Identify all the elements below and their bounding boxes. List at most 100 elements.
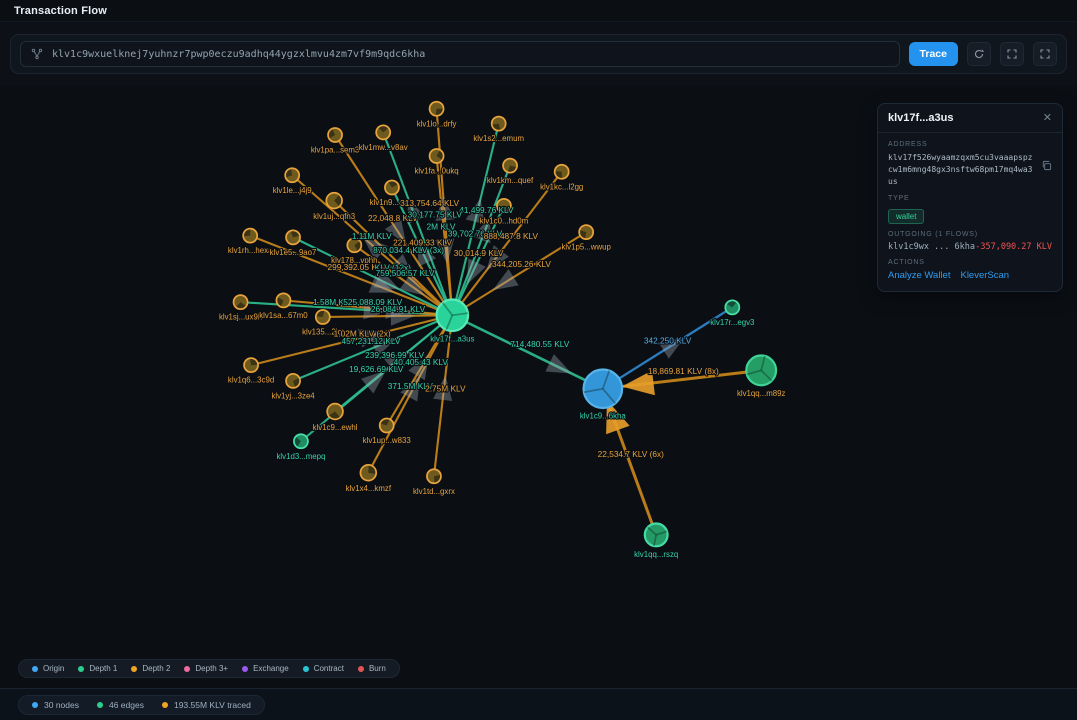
legend-dot: [358, 666, 364, 672]
node-label: klv1kc...l2gg: [540, 182, 583, 191]
edge-label: 19,626.69 KLV: [349, 364, 404, 374]
legend-item-depth-1: Depth 1: [78, 664, 117, 673]
node-label: klv1s2...emum: [473, 134, 524, 143]
legend-dot: [184, 666, 190, 672]
edge-label: 26,084.91 KLV: [371, 304, 426, 314]
reset-icon: [973, 48, 985, 60]
analyze-wallet-link[interactable]: Analyze Wallet: [888, 270, 950, 281]
node-label: klv1km...quef: [487, 176, 534, 185]
edge-label: 344,205.26 KLV: [492, 259, 551, 269]
outgoing-address: klv1c9wx ... 6kha: [888, 242, 975, 252]
legend-dot: [303, 666, 309, 672]
node-label: klv1fa...0ukq: [415, 167, 459, 176]
node-label: klv1e5...9ao7: [270, 248, 317, 257]
node-detail-panel: klv17f...a3us ✕ ADDRESS klv17f526wyaamzq…: [877, 103, 1063, 292]
edge-label: 1.11M KLV: [352, 231, 392, 241]
node-label: klv1qq...rszq: [634, 550, 678, 559]
kleverscan-link[interactable]: KleverScan: [960, 270, 1009, 281]
node-label: klv17r...egv3: [710, 318, 755, 327]
edge-label: 30,014.9 KLV: [454, 248, 504, 258]
node-label: klv17f...a3us: [430, 335, 474, 344]
edge-label: 30,177.75 KLV: [408, 209, 463, 219]
node-label: klv1c9...6kha: [580, 412, 626, 421]
edge-label: 41,499.76 KLV: [459, 205, 514, 215]
node-label: klv1sa...67m0: [259, 311, 308, 320]
node-label: klv1qq...m89z: [737, 389, 786, 398]
type-section-label: TYPE: [888, 195, 1052, 202]
edge-label: 342,250 KLV: [644, 335, 692, 345]
legend: OriginDepth 1Depth 2Depth 3+ExchangeCont…: [18, 659, 400, 678]
fullscreen-button[interactable]: [1033, 42, 1057, 66]
node-label: klv1d3...mepq: [276, 452, 325, 461]
legend-dot: [97, 702, 103, 708]
node-label: klv1sj...ux9h: [219, 313, 262, 322]
legend-dot: [78, 666, 84, 672]
copy-icon[interactable]: [1041, 158, 1052, 176]
node-label: klv1c0...hd0m: [480, 216, 529, 225]
node-label: klv1lo...drfy: [417, 119, 457, 128]
edge-label: 457,231.12 KLV: [341, 336, 400, 346]
panel-body: ADDRESS klv17f526wyaamzqxm5cu3vaaapspzcw…: [878, 133, 1062, 291]
node-label: klv1x4...kmzf: [346, 484, 392, 493]
close-icon[interactable]: ✕: [1043, 113, 1052, 124]
edge-label: 870,034.4 KLV (3x): [373, 245, 444, 255]
search-box: [20, 41, 900, 67]
node-label: klv1mw...v8av: [359, 143, 408, 152]
actions-section-label: ACTIONS: [888, 259, 1052, 266]
legend-dot: [162, 702, 168, 708]
outgoing-section-label: OUTGOING (1 FLOWS): [888, 231, 1052, 238]
legend-item-exchange: Exchange: [242, 664, 289, 673]
toolbar: Trace: [0, 22, 1077, 86]
edge-label: 714,480.55 KLV: [510, 339, 569, 349]
edge-arrow-icon: [545, 354, 571, 373]
transaction-flow-app: Transaction Flow Trace: [0, 0, 1077, 720]
legend-dot: [32, 666, 38, 672]
edge-label: 22,534.7 KLV (6x): [598, 449, 664, 459]
edge-label: 759,506.57 KLV: [376, 268, 435, 278]
edge-label: 18,869.81 KLV (8x): [648, 366, 719, 376]
panel-title: klv17f...a3us: [888, 112, 953, 124]
node-label: klv1rh...hexa: [228, 246, 273, 255]
edge-label: 2.75M KLV: [425, 383, 466, 393]
trace-button[interactable]: Trace: [909, 42, 958, 66]
edge-label: 313,754.64 KLV: [400, 198, 459, 208]
status-pill: 30 nodes 46 edges 193.55M KLV traced: [18, 695, 265, 715]
fit-view-button[interactable]: [1000, 42, 1024, 66]
page-title: Transaction Flow: [14, 5, 107, 17]
status-item: 46 edges: [97, 700, 144, 710]
legend-dot: [131, 666, 137, 672]
legend-dot: [32, 702, 38, 708]
fit-view-icon: [1006, 48, 1018, 60]
node-label: klv1uj...qfn3: [313, 212, 356, 221]
outgoing-amount: -357,090.27 KLV: [975, 242, 1052, 252]
legend-item-burn: Burn: [358, 664, 386, 673]
panel-header: klv17f...a3us ✕: [878, 104, 1062, 133]
node-label: klv1q6...3c9d: [228, 376, 274, 385]
legend-dot: [242, 666, 248, 672]
node-label: klv1le...j4j9: [273, 186, 312, 195]
reset-button[interactable]: [967, 42, 991, 66]
legend-item-depth-2: Depth 2: [131, 664, 170, 673]
flow-branch-icon: [31, 48, 43, 60]
node-label: klv1yj...3ze4: [271, 391, 315, 400]
graph-edge: [452, 315, 603, 389]
legend-item-origin: Origin: [32, 664, 64, 673]
status-item: 193.55M KLV traced: [162, 700, 251, 710]
fullscreen-icon: [1039, 48, 1051, 60]
node-label: klv1up...w833: [363, 436, 412, 445]
address-section-label: ADDRESS: [888, 141, 1052, 148]
type-badge: wallet: [888, 209, 924, 224]
search-container: Trace: [10, 34, 1067, 74]
status-bar: 30 nodes 46 edges 193.55M KLV traced: [0, 688, 1077, 720]
node-label: klv1c9...ewhl: [313, 423, 358, 432]
graph-stage: klv1lo...drfyklv1s2...emumklv1pa...sem3k…: [0, 86, 1077, 688]
node-label: klv1td...gxrx: [413, 487, 455, 496]
edge-arrow-icon: [493, 269, 519, 290]
outgoing-flow-row[interactable]: klv1c9wx ... 6kha -357,090.27 KLV: [888, 242, 1052, 252]
node-label: klv1pa...sem3: [311, 146, 360, 155]
status-item: 30 nodes: [32, 700, 79, 710]
edge-arrow-icon: [467, 259, 486, 285]
legend-item-contract: Contract: [303, 664, 344, 673]
app-header: Transaction Flow: [0, 0, 1077, 22]
address-search-input[interactable]: [52, 49, 889, 60]
